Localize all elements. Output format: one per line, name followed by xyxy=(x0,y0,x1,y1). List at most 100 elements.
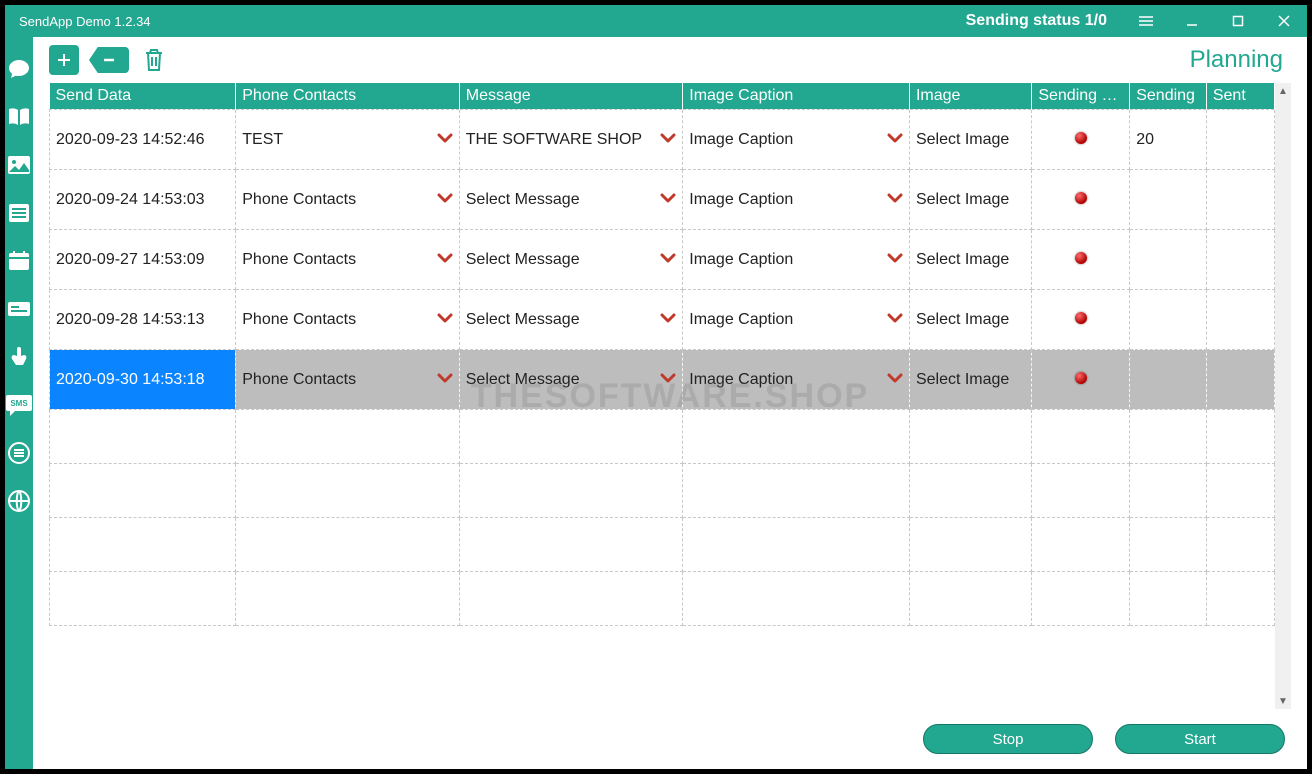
table-row-empty xyxy=(50,464,1275,518)
table-row[interactable]: 2020-09-28 14:53:13Phone Contacts Select … xyxy=(50,290,1275,350)
col-sending[interactable]: Sending xyxy=(1130,83,1207,110)
cell-text: Phone Contacts xyxy=(242,251,356,269)
cell-send-data[interactable]: 2020-09-23 14:52:46 xyxy=(50,110,236,170)
maximize-button[interactable] xyxy=(1215,5,1261,37)
status-dot-icon xyxy=(1075,132,1087,144)
cell-text: Select Message xyxy=(466,311,580,329)
chevron-down-icon[interactable] xyxy=(887,131,903,149)
cell-phone-contacts[interactable]: Phone Contacts xyxy=(236,350,460,410)
cell-text: Image Caption xyxy=(689,311,793,329)
menu-icon[interactable] xyxy=(1123,5,1169,37)
minimize-button[interactable] xyxy=(1169,5,1215,37)
chevron-down-icon[interactable] xyxy=(437,251,453,269)
cell-message[interactable]: Select Message xyxy=(459,170,683,230)
vertical-scrollbar[interactable]: ▲ ▼ xyxy=(1275,83,1291,709)
cell-message[interactable]: Select Message xyxy=(459,230,683,290)
chevron-down-icon[interactable] xyxy=(887,191,903,209)
table-row[interactable]: 2020-09-24 14:53:03Phone ContactsSelect … xyxy=(50,170,1275,230)
page-heading: Planning xyxy=(1190,46,1291,74)
cell-text: Image Caption xyxy=(689,371,793,389)
cell-image[interactable]: Select Image xyxy=(909,170,1031,230)
cell-sending xyxy=(1130,170,1207,230)
toolbar: Planning xyxy=(33,37,1307,83)
calendar-icon[interactable] xyxy=(5,247,33,275)
book-icon[interactable] xyxy=(5,103,33,131)
cell-image-caption[interactable]: Image Caption xyxy=(683,290,910,350)
chevron-down-icon[interactable] xyxy=(660,311,676,329)
app-title: SendApp Demo 1.2.34 xyxy=(19,14,151,29)
cell-text: TEST xyxy=(242,131,283,149)
chevron-down-icon[interactable] xyxy=(437,191,453,209)
table-row[interactable]: 2020-09-23 14:52:46 TEST THE SOFTWARE SHOP… xyxy=(50,110,1275,170)
cell-send-data[interactable]: 2020-09-30 14:53:18 xyxy=(50,350,236,410)
cell-image-caption[interactable]: Image Caption xyxy=(683,170,910,230)
image-icon[interactable] xyxy=(5,151,33,179)
cell-image-caption[interactable]: Image Caption xyxy=(683,230,910,290)
scroll-up-icon[interactable]: ▲ xyxy=(1275,83,1291,99)
cell-image-caption[interactable]: Image Caption xyxy=(683,110,910,170)
col-sending-status[interactable]: Sending sta... xyxy=(1032,83,1130,110)
chevron-down-icon[interactable] xyxy=(887,371,903,389)
chat-icon[interactable] xyxy=(5,55,33,83)
cell-phone-contacts[interactable]: Phone Contacts xyxy=(236,230,460,290)
cell-phone-contacts[interactable]: Phone Contacts xyxy=(236,170,460,230)
cell-image[interactable]: Select Image xyxy=(909,290,1031,350)
cell-sending-status xyxy=(1032,350,1130,410)
sms-icon[interactable]: SMS xyxy=(5,391,33,419)
table-row[interactable]: 2020-09-27 14:53:09 Phone Contacts Select … xyxy=(50,230,1275,290)
cell-sending xyxy=(1130,230,1207,290)
col-send-data[interactable]: Send Data xyxy=(50,83,236,110)
chevron-down-icon[interactable] xyxy=(660,371,676,389)
chevron-down-icon[interactable] xyxy=(887,251,903,269)
table-row-empty xyxy=(50,518,1275,572)
cell-image[interactable]: Select Image xyxy=(909,350,1031,410)
cell-sending-status xyxy=(1032,290,1130,350)
cell-text: Select Message xyxy=(466,371,580,389)
chevron-down-icon[interactable] xyxy=(887,311,903,329)
cell-sending-status xyxy=(1032,170,1130,230)
add-button[interactable] xyxy=(49,45,79,75)
circle-list-icon[interactable] xyxy=(5,439,33,467)
card-icon[interactable] xyxy=(5,295,33,323)
chevron-down-icon[interactable] xyxy=(437,311,453,329)
col-phone-contacts[interactable]: Phone Contacts xyxy=(236,83,460,110)
cell-sending-status xyxy=(1032,110,1130,170)
cell-image[interactable]: Select Image xyxy=(909,230,1031,290)
footer: Stop Start xyxy=(33,709,1307,769)
table-row-empty xyxy=(50,410,1275,464)
touch-icon[interactable] xyxy=(5,343,33,371)
cell-image[interactable]: Select Image xyxy=(909,110,1031,170)
cell-phone-contacts[interactable]: TEST xyxy=(236,110,460,170)
col-image-caption[interactable]: Image Caption xyxy=(683,83,910,110)
cell-message[interactable]: THE SOFTWARE SHOP xyxy=(459,110,683,170)
list-icon[interactable] xyxy=(5,199,33,227)
title-bar: SendApp Demo 1.2.34 Sending status 1/0 xyxy=(5,5,1307,37)
cell-send-data[interactable]: 2020-09-24 14:53:03 xyxy=(50,170,236,230)
remove-button[interactable] xyxy=(89,47,129,73)
chevron-down-icon[interactable] xyxy=(660,131,676,149)
cell-message[interactable]: Select Message xyxy=(459,290,683,350)
col-image[interactable]: Image xyxy=(909,83,1031,110)
start-button[interactable]: Start xyxy=(1115,724,1285,754)
chevron-down-icon[interactable] xyxy=(660,251,676,269)
stop-button[interactable]: Stop xyxy=(923,724,1093,754)
chevron-down-icon[interactable] xyxy=(437,131,453,149)
col-sent[interactable]: Sent xyxy=(1206,83,1274,110)
cell-message[interactable]: Select Message xyxy=(459,350,683,410)
chevron-down-icon[interactable] xyxy=(437,371,453,389)
cell-text: Select Message xyxy=(466,251,580,269)
cell-sending xyxy=(1130,290,1207,350)
cell-phone-contacts[interactable]: Phone Contacts xyxy=(236,290,460,350)
col-message[interactable]: Message xyxy=(459,83,683,110)
cell-send-data[interactable]: 2020-09-27 14:53:09 xyxy=(50,230,236,290)
close-button[interactable] xyxy=(1261,5,1307,37)
chevron-down-icon[interactable] xyxy=(660,191,676,209)
globe-icon[interactable] xyxy=(5,487,33,515)
cell-image-caption[interactable]: Image Caption xyxy=(683,350,910,410)
scroll-down-icon[interactable]: ▼ xyxy=(1275,693,1291,709)
cell-sent xyxy=(1206,350,1274,410)
delete-button[interactable] xyxy=(139,45,169,75)
cell-send-data[interactable]: 2020-09-28 14:53:13 xyxy=(50,290,236,350)
table-row[interactable]: 2020-09-30 14:53:18 Phone Contacts Select … xyxy=(50,350,1275,410)
cell-text: Phone Contacts xyxy=(242,371,356,389)
